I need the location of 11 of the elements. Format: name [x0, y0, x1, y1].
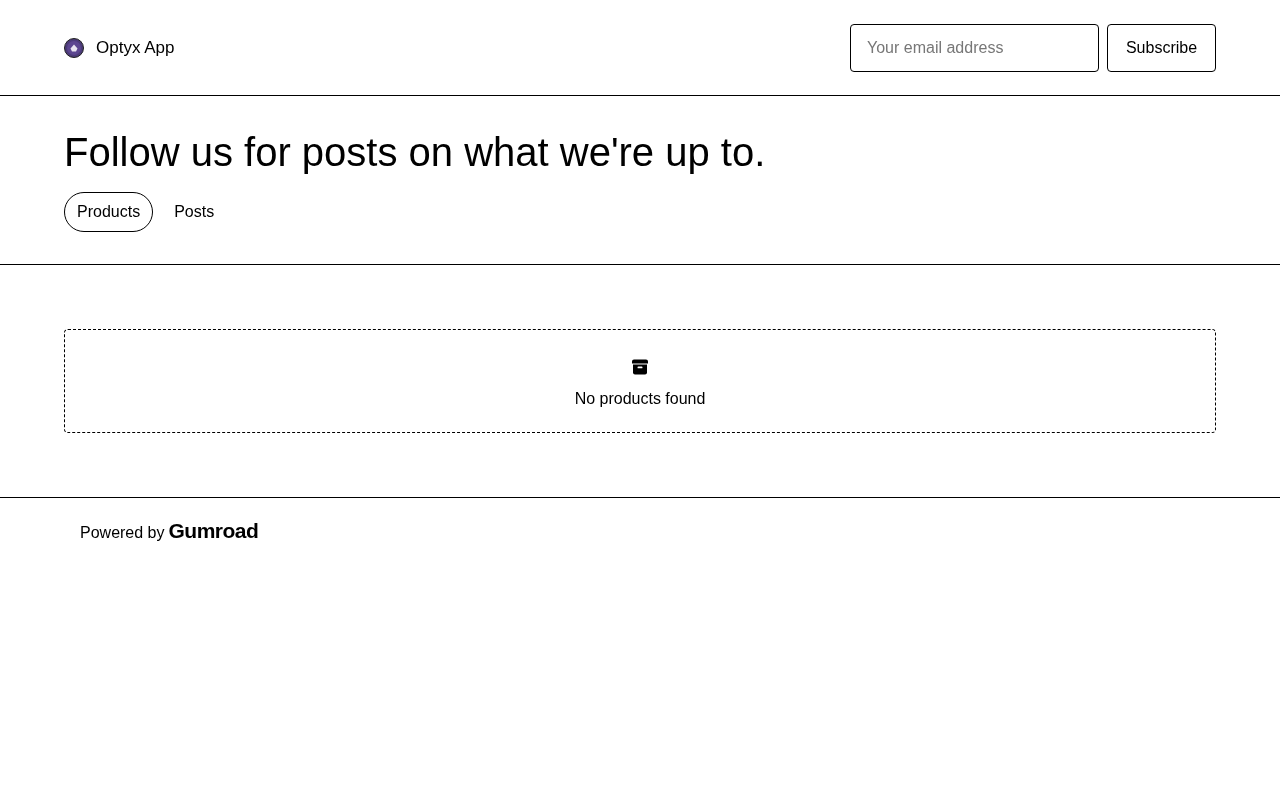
logo-wordmark: Gumroad	[168, 520, 259, 541]
empty-state-message: No products found	[574, 390, 706, 408]
email-field[interactable]: Your email address	[850, 23, 1099, 72]
powered-by-text: Powered by	[80, 524, 165, 542]
subscribe-button[interactable]: Subscribe	[1107, 23, 1216, 72]
archive-box-icon	[631, 358, 649, 376]
powered-by-link[interactable]: Powered by Gumroad	[80, 520, 259, 542]
site-title[interactable]: Optyx App	[96, 37, 175, 58]
page-heading: Follow us for posts on what we're up to.	[64, 129, 767, 176]
logo-icon	[64, 37, 84, 58]
tab[interactable]: Posts	[161, 192, 228, 232]
